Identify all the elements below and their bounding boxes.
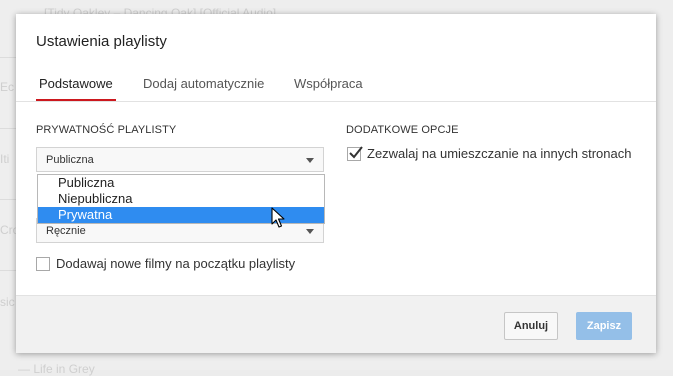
mouse-cursor-icon bbox=[271, 207, 285, 228]
privacy-label: PRYWATNOŚĆ PLAYLISTY bbox=[36, 124, 177, 136]
save-button[interactable]: Zapisz bbox=[576, 312, 632, 340]
privacy-select[interactable]: Publiczna bbox=[36, 147, 324, 172]
checkmark-icon bbox=[349, 145, 363, 158]
chevron-down-icon bbox=[306, 229, 314, 234]
dialog-title: Ustawienia playlisty bbox=[36, 33, 167, 50]
privacy-option-public[interactable]: Publiczna bbox=[38, 175, 324, 191]
tab-collaboration[interactable]: Współpraca bbox=[294, 76, 363, 101]
tab-divider bbox=[16, 101, 656, 102]
additional-options-label: DODATKOWE OPCJE bbox=[346, 124, 459, 136]
chevron-down-icon bbox=[306, 158, 314, 163]
add-to-top-label: Dodawaj nowe filmy na początku playlisty bbox=[56, 256, 296, 271]
order-selected-value: Ręcznie bbox=[46, 225, 86, 237]
dialog-footer: Anuluj Zapisz bbox=[16, 295, 656, 353]
privacy-option-unlisted[interactable]: Niepubliczna bbox=[38, 191, 324, 207]
add-to-top-checkbox[interactable] bbox=[36, 256, 50, 271]
background-fragment: sic bbox=[0, 295, 15, 309]
background-fragment: Iti bbox=[0, 152, 10, 166]
tab-basic[interactable]: Podstawowe bbox=[36, 76, 116, 101]
embed-label: Zezwalaj na umieszczanie na innych stron… bbox=[367, 146, 632, 161]
add-to-top-row[interactable]: Dodawaj nowe filmy na początku playlisty bbox=[36, 256, 295, 271]
privacy-selected-value: Publiczna bbox=[46, 154, 94, 166]
embed-checkbox[interactable] bbox=[347, 145, 363, 161]
background-fragment: Ec bbox=[0, 80, 15, 94]
playlist-settings-dialog: Ustawienia playlisty Podstawowe Dodaj au… bbox=[16, 14, 656, 353]
cancel-button[interactable]: Anuluj bbox=[504, 312, 558, 340]
tab-auto-add[interactable]: Dodaj automatycznie bbox=[143, 76, 264, 101]
background-video-title-bottom: — Life in Grey bbox=[18, 362, 95, 376]
embed-row[interactable]: Zezwalaj na umieszczanie na innych stron… bbox=[347, 145, 632, 161]
